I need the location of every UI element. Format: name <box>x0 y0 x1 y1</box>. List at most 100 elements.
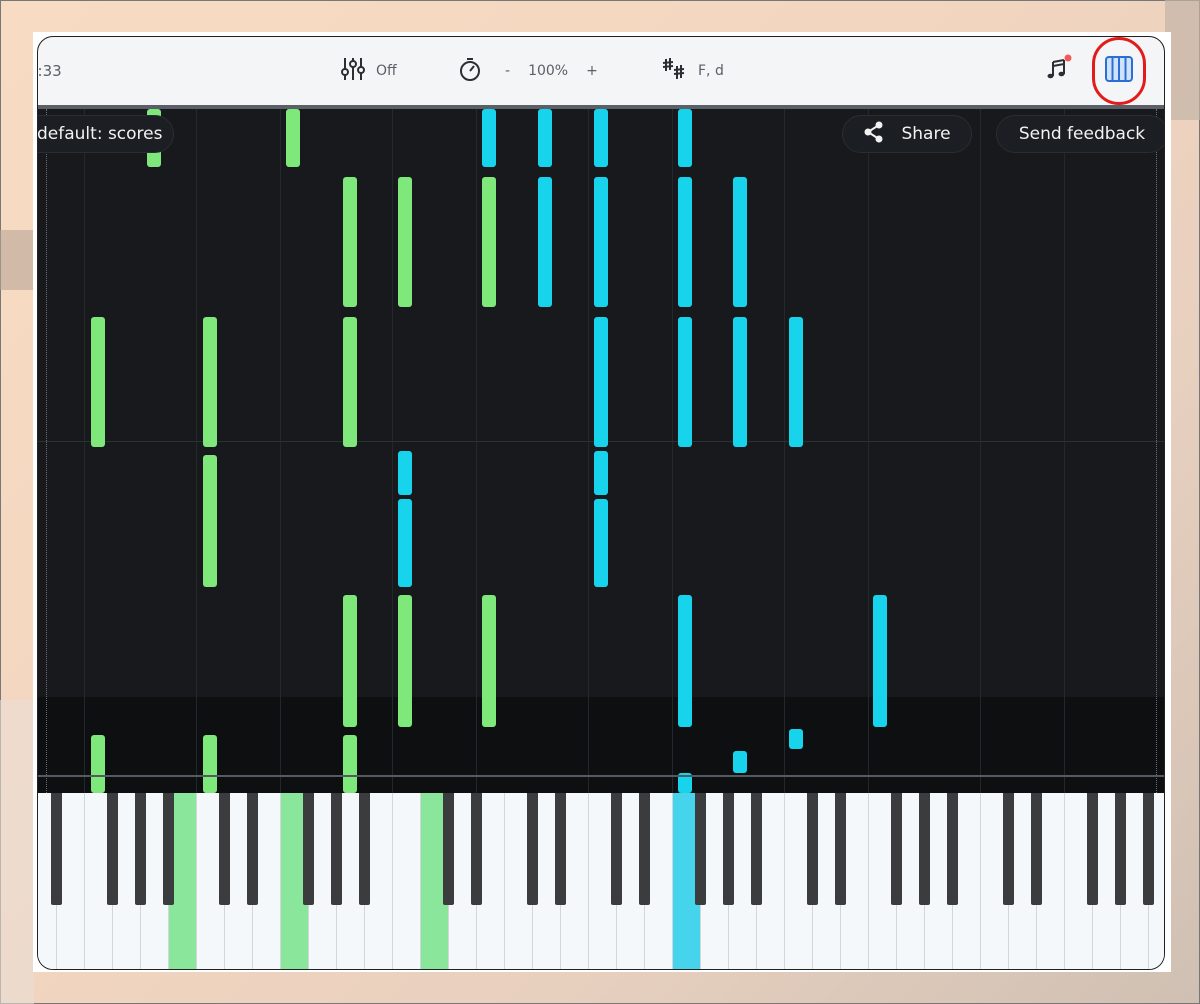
key-guide-line <box>196 109 197 793</box>
tempo-decrease-button[interactable]: - <box>505 63 510 79</box>
note-bar <box>398 499 412 587</box>
key-guide-line <box>784 109 785 793</box>
black-key[interactable] <box>555 793 566 905</box>
white-key[interactable] <box>393 793 421 969</box>
note-bar <box>594 451 608 495</box>
key-guide-line <box>280 109 281 793</box>
black-key[interactable] <box>527 793 538 905</box>
share-button[interactable]: Share <box>842 115 972 153</box>
stopwatch-icon[interactable] <box>457 56 483 86</box>
piano-keyboard[interactable] <box>38 793 1164 969</box>
piano-keys-icon <box>1105 56 1133 86</box>
black-key[interactable] <box>219 793 230 905</box>
black-key[interactable] <box>135 793 146 905</box>
black-key[interactable] <box>639 793 650 905</box>
toolbar: 2:33 Off <box>38 37 1164 105</box>
black-key[interactable] <box>695 793 706 905</box>
note-bar <box>343 317 357 447</box>
key-guide-line <box>476 109 477 793</box>
note-bar <box>733 177 747 307</box>
music-note-icon <box>1044 54 1074 88</box>
piano-roll-app: 2:33 Off <box>37 36 1165 970</box>
black-key[interactable] <box>471 793 482 905</box>
background-blur <box>0 700 34 1004</box>
black-key[interactable] <box>1115 793 1126 905</box>
black-key[interactable] <box>1031 793 1042 905</box>
send-feedback-button[interactable]: Send feedback <box>996 115 1164 153</box>
black-key[interactable] <box>611 793 622 905</box>
key-signature-value: F, d <box>698 63 724 79</box>
note-bar <box>733 751 747 773</box>
black-key[interactable] <box>359 793 370 905</box>
black-key[interactable] <box>247 793 258 905</box>
key-guide-line <box>1064 109 1065 793</box>
note-bar <box>594 499 608 587</box>
note-bar <box>678 177 692 307</box>
note-bar <box>482 109 496 167</box>
hit-line <box>38 775 1164 777</box>
key-guide-line <box>392 109 393 793</box>
score-source-label: default: scores <box>37 124 163 144</box>
note-bar <box>482 595 496 727</box>
note-bar <box>398 177 412 307</box>
background-blur <box>0 230 34 290</box>
key-guide-line <box>672 109 673 793</box>
black-key[interactable] <box>163 793 174 905</box>
note-bar <box>91 735 105 793</box>
key-guide-line <box>588 109 589 793</box>
black-key[interactable] <box>1143 793 1154 905</box>
note-bar <box>873 595 887 727</box>
roll-edge <box>46 109 47 793</box>
note-bar <box>678 595 692 727</box>
black-key[interactable] <box>1087 793 1098 905</box>
note-bar <box>91 317 105 447</box>
note-bar <box>789 317 803 447</box>
black-key[interactable] <box>919 793 930 905</box>
note-roll <box>38 109 1164 793</box>
black-key[interactable] <box>107 793 118 905</box>
score-source-selector[interactable]: default: scores <box>37 115 174 153</box>
key-guide-line <box>84 109 85 793</box>
black-key[interactable] <box>723 793 734 905</box>
note-bar <box>482 177 496 307</box>
key-signature-control[interactable]: F, d <box>662 37 724 105</box>
note-bar <box>203 317 217 447</box>
black-key[interactable] <box>303 793 314 905</box>
black-key[interactable] <box>891 793 902 905</box>
note-bar <box>203 455 217 587</box>
playback-time: 2:33 <box>37 62 62 80</box>
key-guide-line <box>980 109 981 793</box>
note-bar <box>398 451 412 495</box>
black-key[interactable] <box>331 793 342 905</box>
black-key[interactable] <box>51 793 62 905</box>
black-key[interactable] <box>835 793 846 905</box>
black-key[interactable] <box>443 793 454 905</box>
mixer-control[interactable]: Off <box>340 37 397 105</box>
key-guide-line <box>868 109 869 793</box>
black-key[interactable] <box>751 793 762 905</box>
note-bar <box>538 109 552 167</box>
note-bar <box>398 595 412 727</box>
sharps-icon <box>662 56 688 86</box>
note-bar <box>594 177 608 307</box>
note-bar <box>594 109 608 167</box>
black-key[interactable] <box>807 793 818 905</box>
black-key[interactable] <box>947 793 958 905</box>
black-key[interactable] <box>1003 793 1014 905</box>
tempo-value: 100% <box>528 63 569 79</box>
share-icon <box>863 121 885 148</box>
mixer-state: Off <box>376 63 397 79</box>
sliders-icon <box>340 56 366 86</box>
piano-view-button[interactable] <box>1092 37 1146 105</box>
sheet-music-button[interactable] <box>1044 37 1074 105</box>
share-label: Share <box>901 124 951 144</box>
note-bar <box>678 109 692 167</box>
tempo-increase-button[interactable]: + <box>586 63 598 79</box>
note-bar <box>733 317 747 447</box>
note-bar <box>203 735 217 793</box>
note-bar <box>343 177 357 307</box>
roll-edge <box>1156 109 1157 793</box>
note-bar <box>789 729 803 749</box>
tempo-control: - 100% + <box>457 37 598 105</box>
note-bar <box>538 177 552 307</box>
